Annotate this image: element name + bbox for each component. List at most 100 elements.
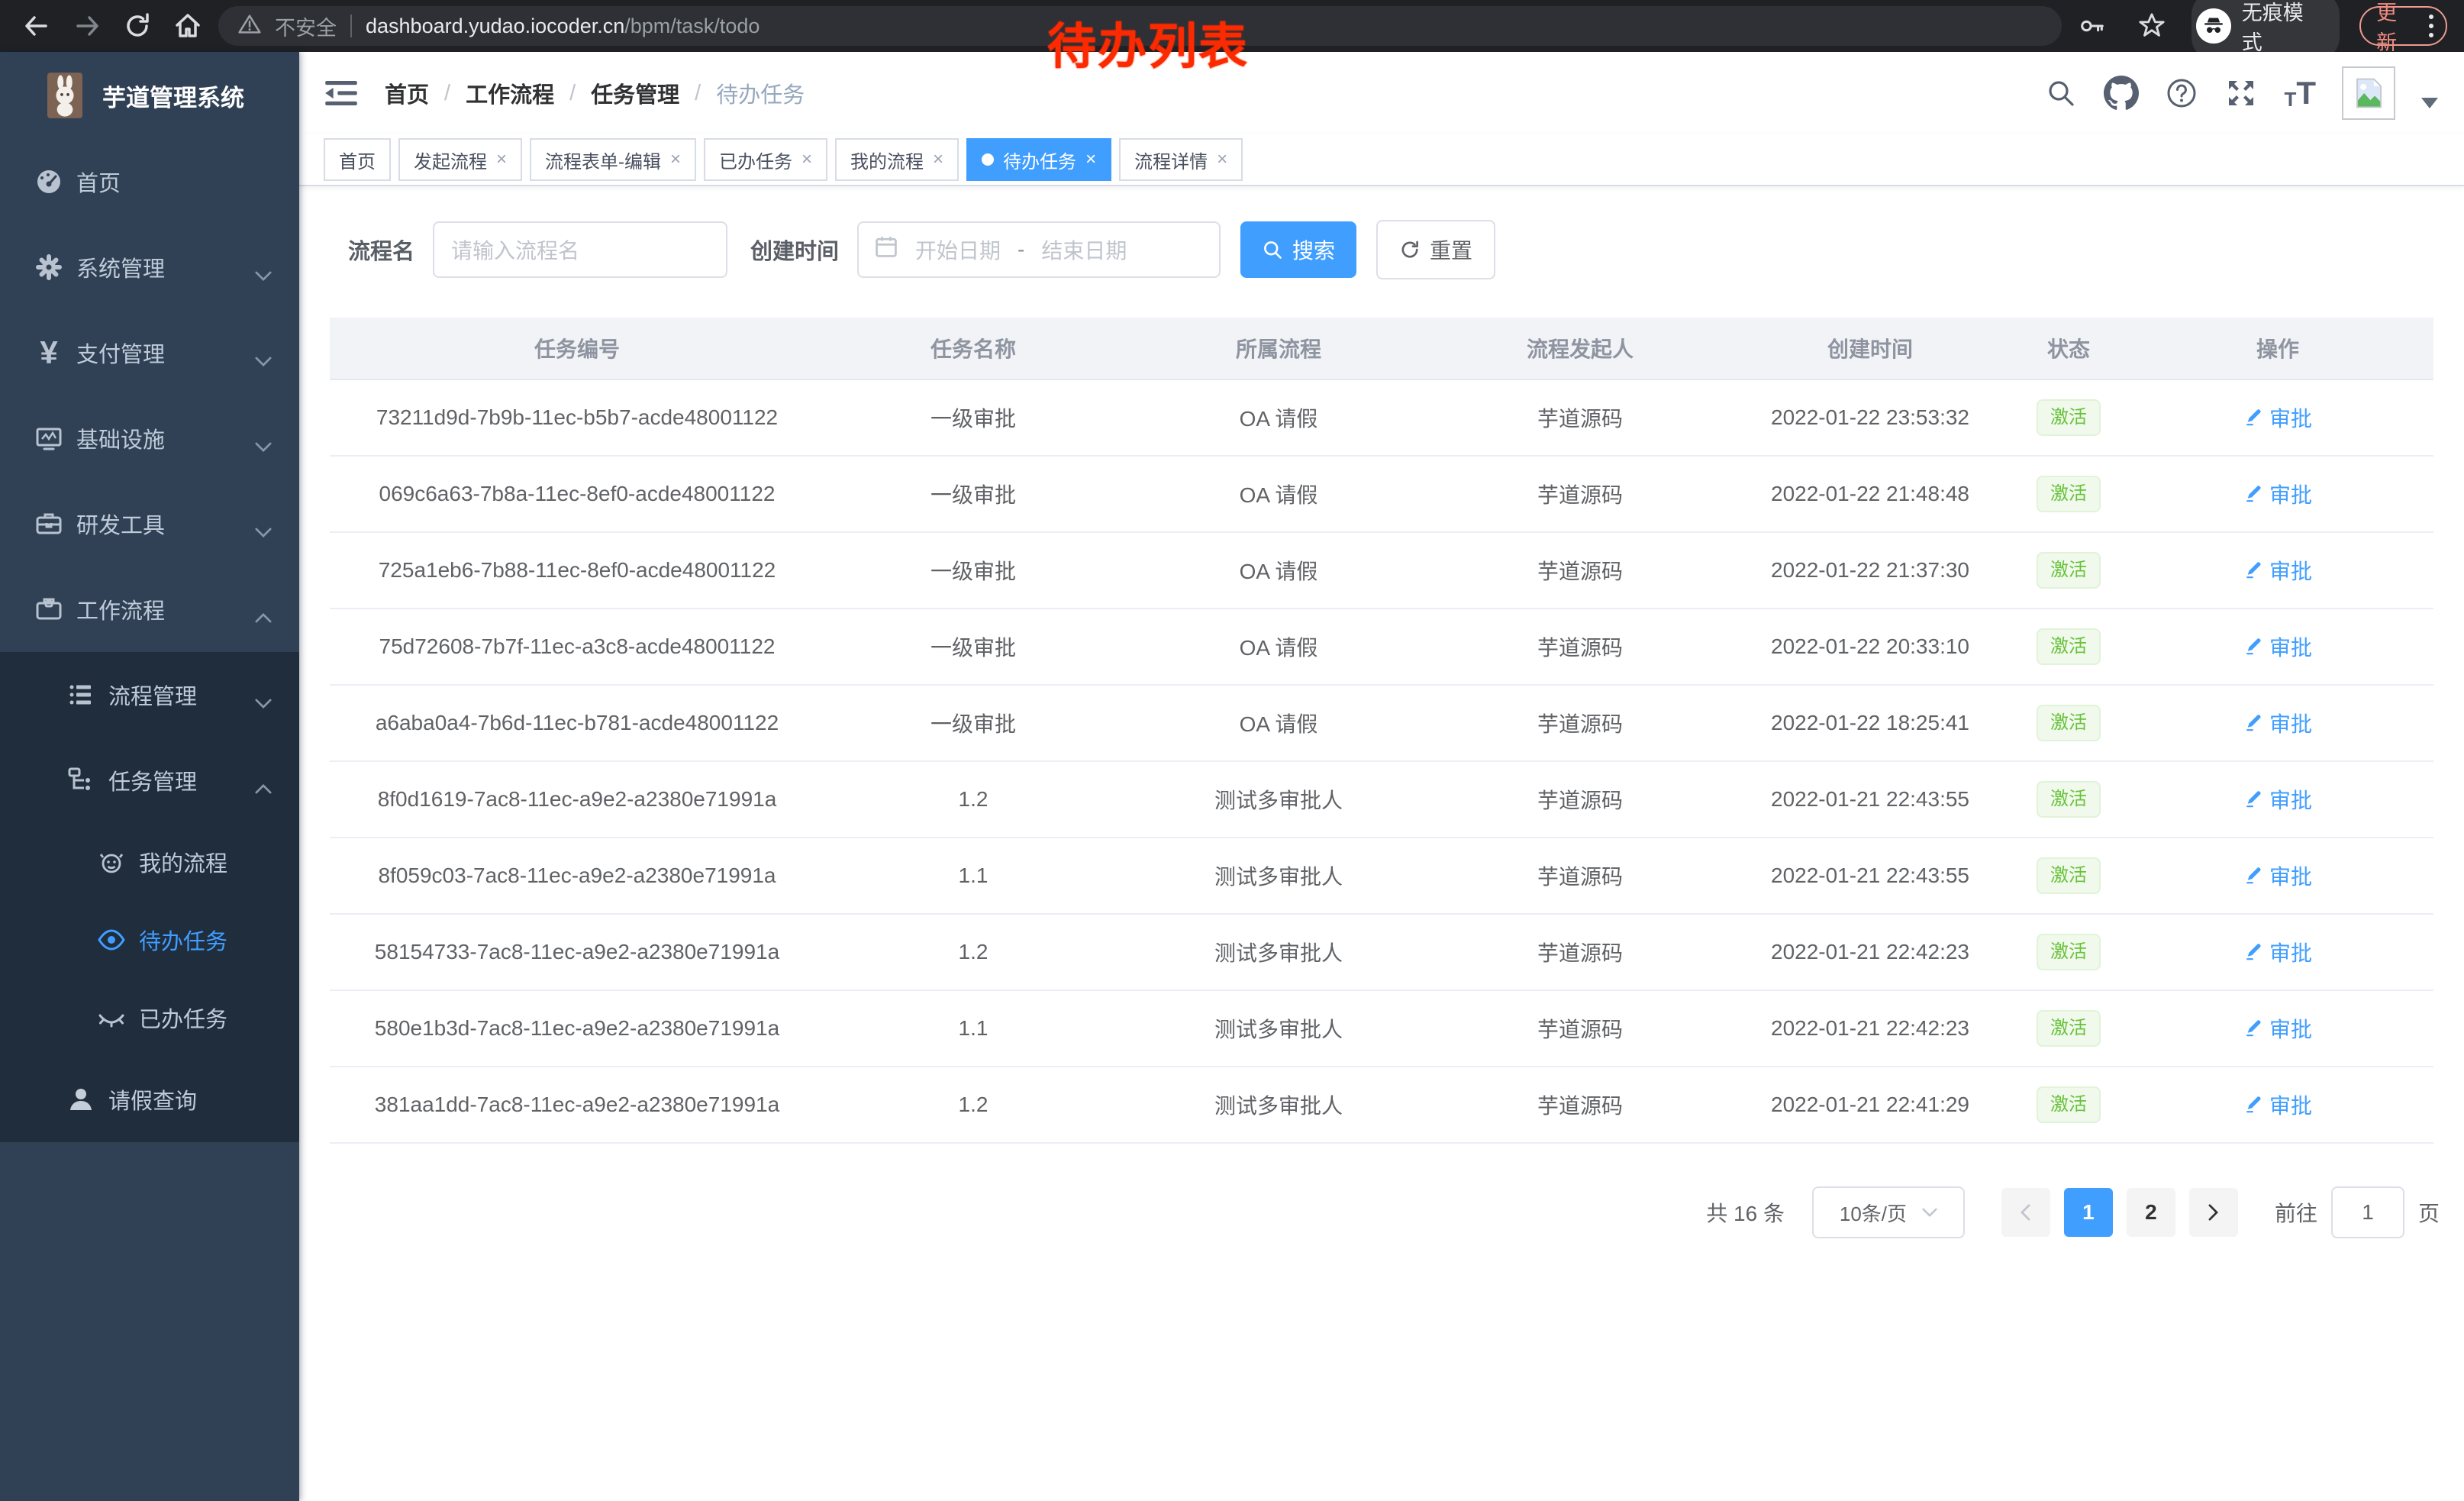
- end-date-placeholder: 结束日期: [1041, 234, 1127, 265]
- search-button[interactable]: 搜索: [1240, 221, 1356, 278]
- page-size-select[interactable]: 10条/页: [1812, 1186, 1965, 1238]
- back-icon[interactable]: [17, 6, 56, 46]
- col-task-id: 任务编号: [330, 318, 824, 379]
- search-icon[interactable]: [2044, 76, 2078, 110]
- star-icon[interactable]: [2132, 6, 2172, 46]
- approve-link[interactable]: 审批: [2243, 631, 2312, 662]
- face-icon: [95, 847, 128, 877]
- breadcrumb-home[interactable]: 首页: [385, 77, 429, 109]
- process-name-input[interactable]: 请输入流程名: [433, 221, 727, 278]
- table-row: 8f059c03-7ac8-11ec-a9e2-a2380e71991a 1.1…: [330, 838, 2433, 914]
- approve-link[interactable]: 审批: [2243, 784, 2312, 815]
- sidebar-item-my-process[interactable]: 我的流程: [0, 823, 299, 901]
- sidebar-item-todo-tasks[interactable]: 待办任务: [0, 901, 299, 979]
- home-icon[interactable]: [168, 6, 208, 46]
- sidebar-item-label: 支付管理: [76, 337, 165, 369]
- close-icon[interactable]: ×: [933, 150, 943, 169]
- approve-link[interactable]: 审批: [2243, 937, 2312, 967]
- close-icon[interactable]: ×: [801, 150, 812, 169]
- approve-link[interactable]: 审批: [2243, 1089, 2312, 1120]
- forward-icon[interactable]: [67, 6, 107, 46]
- status-badge: 激活: [2037, 934, 2101, 970]
- approve-link[interactable]: 审批: [2243, 479, 2312, 509]
- task-name-cell: 1.2: [824, 914, 1122, 990]
- update-button[interactable]: 更新: [2359, 6, 2447, 46]
- calendar-icon: [874, 234, 898, 265]
- github-icon[interactable]: [2104, 76, 2139, 111]
- approve-link[interactable]: 审批: [2243, 860, 2312, 891]
- prev-page-button[interactable]: [2001, 1188, 2050, 1237]
- reload-icon[interactable]: [118, 6, 157, 46]
- task-name-cell: 1.2: [824, 1067, 1122, 1143]
- logo[interactable]: 芋道管理系统: [0, 52, 299, 139]
- action-cell: 审批: [2122, 608, 2433, 685]
- time-cell: 2022-01-21 22:43:55: [1725, 838, 2015, 914]
- breadcrumb-workflow[interactable]: 工作流程: [466, 77, 554, 109]
- col-starter: 流程发起人: [1435, 318, 1725, 379]
- approve-link[interactable]: 审批: [2243, 402, 2312, 433]
- sidebar-item-infra[interactable]: 基础设施: [0, 395, 299, 481]
- tab-home[interactable]: 首页: [324, 138, 391, 181]
- fullscreen-icon[interactable]: [2224, 76, 2258, 110]
- chevron-down-icon: [255, 518, 272, 544]
- page-button-2[interactable]: 2: [2127, 1188, 2175, 1237]
- tab-my-process[interactable]: 我的流程×: [835, 138, 959, 181]
- tab-start-process[interactable]: 发起流程×: [398, 138, 522, 181]
- close-icon[interactable]: ×: [1085, 150, 1096, 169]
- process-cell: OA 请假: [1122, 608, 1435, 685]
- kebab-menu-icon[interactable]: [2429, 15, 2433, 37]
- screenshot-root: 不安全 dashboard.yudao.iocoder.cn/bpm/task/…: [0, 0, 2464, 1501]
- chevron-down-icon: [255, 262, 272, 287]
- sidebar-item-system[interactable]: 系统管理: [0, 224, 299, 310]
- font-size-icon[interactable]: TT: [2284, 77, 2316, 109]
- security-label[interactable]: 不安全: [275, 11, 337, 41]
- sidebar-item-workflow[interactable]: 工作流程: [0, 567, 299, 652]
- close-icon[interactable]: ×: [670, 150, 681, 169]
- next-page-button[interactable]: [2189, 1188, 2238, 1237]
- close-icon[interactable]: ×: [496, 150, 507, 169]
- sidebar-item-home[interactable]: 首页: [0, 139, 299, 224]
- tab-todo-tasks[interactable]: 待办任务×: [966, 138, 1111, 181]
- process-cell: 测试多审批人: [1122, 761, 1435, 838]
- process-cell: OA 请假: [1122, 685, 1435, 761]
- status-cell: 激活: [2015, 990, 2122, 1067]
- sidebar-item-leave-query[interactable]: 请假查询: [0, 1057, 299, 1142]
- time-cell: 2022-01-21 22:43:55: [1725, 761, 2015, 838]
- col-status: 状态: [2015, 318, 2122, 379]
- approve-link[interactable]: 审批: [2243, 708, 2312, 738]
- sidebar-item-devtools[interactable]: 研发工具: [0, 481, 299, 567]
- total-count: 共 16 条: [1706, 1197, 1785, 1228]
- caret-down-icon[interactable]: [2421, 98, 2438, 108]
- tab-done-tasks[interactable]: 已办任务×: [704, 138, 827, 181]
- process-cell: 测试多审批人: [1122, 1067, 1435, 1143]
- sidebar-item-task-mgmt[interactable]: 任务管理: [0, 738, 299, 823]
- tab-form-edit[interactable]: 流程表单-编辑×: [530, 138, 696, 181]
- status-cell: 激活: [2015, 761, 2122, 838]
- reset-button[interactable]: 重置: [1376, 220, 1495, 279]
- process-cell: 测试多审批人: [1122, 990, 1435, 1067]
- goto-page-input[interactable]: 1: [2331, 1186, 2404, 1238]
- approve-link[interactable]: 审批: [2243, 1013, 2312, 1044]
- help-icon[interactable]: [2165, 76, 2198, 110]
- sidebar-item-process-mgmt[interactable]: 流程管理: [0, 652, 299, 738]
- sidebar-item-done-tasks[interactable]: 已办任务: [0, 979, 299, 1057]
- incognito-label: 无痕模式: [2242, 0, 2323, 56]
- key-icon[interactable]: [2072, 6, 2112, 46]
- starter-cell: 芋道源码: [1435, 379, 1725, 456]
- avatar[interactable]: [2342, 66, 2395, 120]
- tab-process-detail[interactable]: 流程详情×: [1119, 138, 1243, 181]
- date-range-picker[interactable]: 开始日期 - 结束日期: [857, 221, 1221, 278]
- breadcrumb-task-mgmt[interactable]: 任务管理: [591, 77, 679, 109]
- sidebar-collapse-icon[interactable]: [325, 80, 357, 106]
- page-button-1[interactable]: 1: [2064, 1188, 2113, 1237]
- task-id-cell: 725a1eb6-7b88-11ec-8ef0-acde48001122: [330, 532, 824, 608]
- chevron-down-icon: [255, 689, 272, 715]
- status-badge: 激活: [2037, 476, 2101, 512]
- sidebar: 芋道管理系统 首页 系统管理 ¥ 支付管理 基础设施: [0, 52, 299, 1501]
- chevron-down-icon: [255, 347, 272, 373]
- sidebar-item-label: 已办任务: [139, 1002, 227, 1034]
- sidebar-item-payment[interactable]: ¥ 支付管理: [0, 310, 299, 395]
- close-icon[interactable]: ×: [1217, 150, 1227, 169]
- task-name-cell: 一级审批: [824, 456, 1122, 532]
- approve-link[interactable]: 审批: [2243, 555, 2312, 586]
